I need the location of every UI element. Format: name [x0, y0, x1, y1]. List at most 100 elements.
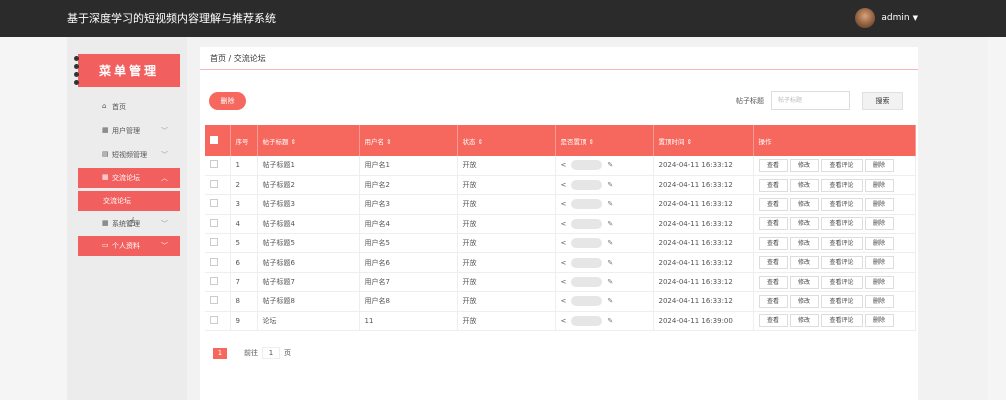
edit-icon[interactable]: ✎ — [607, 200, 613, 208]
view-comments-button[interactable]: 查看评论 — [820, 178, 863, 192]
view-button[interactable]: 查看 — [758, 178, 788, 192]
view-comments-button[interactable]: 查看评论 — [820, 236, 863, 250]
view-button[interactable]: 查看 — [758, 217, 788, 231]
row-select-cell[interactable] — [205, 175, 231, 196]
edit-icon[interactable]: ✎ — [607, 161, 613, 169]
view-comments-button[interactable]: 查看评论 — [820, 197, 863, 211]
delete-row-button[interactable]: 删除 — [864, 178, 894, 192]
pin-toggle[interactable] — [571, 218, 603, 229]
edit-icon[interactable]: ✎ — [607, 181, 613, 189]
delete-row-button[interactable]: 删除 — [864, 158, 894, 172]
view-comments-button[interactable]: 查看评论 — [820, 275, 863, 289]
row-select-cell[interactable] — [205, 194, 231, 215]
breadcrumb-home[interactable]: 首页 — [210, 54, 226, 63]
delete-row-button[interactable]: 删除 — [864, 236, 894, 250]
share-icon[interactable]: < — [561, 200, 567, 208]
sidebar-item-videos[interactable]: ▤ 短视频管理 ﹀ — [78, 145, 180, 165]
column-header[interactable]: 是否置顶 ⇕ — [555, 125, 654, 156]
view-button[interactable]: 查看 — [758, 158, 788, 172]
checkbox[interactable] — [210, 180, 218, 189]
edit-button[interactable]: 修改 — [789, 217, 819, 231]
delete-row-button[interactable]: 删除 — [864, 294, 894, 308]
row-select-cell[interactable] — [205, 233, 231, 254]
search-input[interactable] — [771, 91, 850, 110]
pin-toggle[interactable] — [571, 277, 603, 288]
pin-toggle[interactable] — [571, 257, 603, 268]
column-header[interactable]: 帖子标题 ⇕ — [257, 125, 360, 156]
pin-toggle[interactable] — [571, 160, 603, 171]
view-comments-button[interactable]: 查看评论 — [820, 256, 863, 270]
delete-row-button[interactable]: 删除 — [864, 314, 894, 328]
edit-button[interactable]: 修改 — [789, 314, 819, 328]
username[interactable]: admin — [881, 13, 909, 23]
checkbox[interactable] — [210, 257, 218, 266]
column-header[interactable]: 用户名 ⇕ — [359, 125, 458, 156]
checkbox[interactable] — [210, 135, 218, 144]
edit-button[interactable]: 修改 — [789, 275, 819, 289]
edit-icon[interactable]: ✎ — [607, 297, 613, 305]
delete-row-button[interactable]: 删除 — [864, 275, 894, 289]
sidebar-item-users[interactable]: ▦ 用户管理 ﹀ — [78, 121, 180, 141]
edit-icon[interactable]: ✎ — [607, 239, 613, 247]
delete-row-button[interactable]: 删除 — [864, 217, 894, 231]
checkbox[interactable] — [210, 296, 218, 305]
row-select-cell[interactable] — [205, 156, 231, 176]
sidebar-subitem-forum[interactable]: 交流论坛 — [78, 191, 180, 211]
checkbox[interactable] — [210, 315, 218, 324]
chevron-down-icon[interactable]: ▼ — [913, 14, 918, 22]
edit-icon[interactable]: ✎ — [607, 259, 613, 267]
share-icon[interactable]: < — [561, 317, 567, 325]
sidebar-item-home[interactable]: ⌂ 首页 — [78, 97, 180, 117]
delete-button[interactable]: 删除 — [209, 92, 246, 110]
edit-button[interactable]: 修改 — [789, 236, 819, 250]
view-button[interactable]: 查看 — [758, 256, 788, 270]
sidebar-item-forum[interactable]: ▦ 交流论坛 ︿ — [78, 168, 180, 188]
share-icon[interactable]: < — [561, 220, 567, 228]
view-comments-button[interactable]: 查看评论 — [820, 294, 863, 308]
column-header[interactable]: 状态 ⇕ — [457, 125, 556, 156]
row-select-cell[interactable] — [205, 311, 231, 332]
user-menu[interactable]: admin ▼ — [855, 8, 918, 28]
select-all-cell[interactable] — [205, 125, 231, 156]
checkbox[interactable] — [210, 238, 218, 247]
view-button[interactable]: 查看 — [758, 275, 788, 289]
avatar[interactable] — [855, 8, 876, 28]
view-button[interactable]: 查看 — [758, 197, 788, 211]
page-number-button[interactable]: 1 — [213, 347, 227, 359]
column-header[interactable]: 置顶时间 ⇕ — [653, 125, 754, 156]
share-icon[interactable]: < — [561, 297, 567, 305]
sidebar-item-profile[interactable]: ▭ 个人资料 ﹀ — [78, 236, 180, 256]
view-comments-button[interactable]: 查看评论 — [820, 314, 863, 328]
edit-icon[interactable]: ✎ — [607, 317, 613, 325]
row-select-cell[interactable] — [205, 252, 231, 273]
view-comments-button[interactable]: 查看评论 — [820, 158, 863, 172]
pin-toggle[interactable] — [571, 180, 603, 191]
share-icon[interactable]: < — [561, 161, 567, 169]
checkbox[interactable] — [210, 277, 218, 286]
edit-button[interactable]: 修改 — [789, 294, 819, 308]
pin-toggle[interactable] — [571, 315, 603, 326]
delete-row-button[interactable]: 删除 — [864, 256, 894, 270]
pin-toggle[interactable] — [571, 238, 603, 249]
view-comments-button[interactable]: 查看评论 — [820, 217, 863, 231]
edit-icon[interactable]: ✎ — [607, 278, 613, 286]
row-select-cell[interactable] — [205, 214, 231, 235]
pin-toggle[interactable] — [571, 296, 603, 307]
share-icon[interactable]: < — [561, 259, 567, 267]
row-select-cell[interactable] — [205, 272, 231, 293]
edit-button[interactable]: 修改 — [789, 178, 819, 192]
search-button[interactable]: 搜索 — [862, 92, 903, 110]
view-button[interactable]: 查看 — [758, 294, 788, 308]
checkbox[interactable] — [210, 218, 218, 227]
goto-page-input[interactable]: 1 — [262, 347, 280, 359]
share-icon[interactable]: < — [561, 239, 567, 247]
view-button[interactable]: 查看 — [758, 236, 788, 250]
share-icon[interactable]: < — [561, 278, 567, 286]
edit-icon[interactable]: ✎ — [607, 220, 613, 228]
share-icon[interactable]: < — [561, 181, 567, 189]
view-button[interactable]: 查看 — [758, 314, 788, 328]
edit-button[interactable]: 修改 — [789, 158, 819, 172]
checkbox[interactable] — [210, 160, 218, 169]
edit-button[interactable]: 修改 — [789, 197, 819, 211]
edit-button[interactable]: 修改 — [789, 256, 819, 270]
